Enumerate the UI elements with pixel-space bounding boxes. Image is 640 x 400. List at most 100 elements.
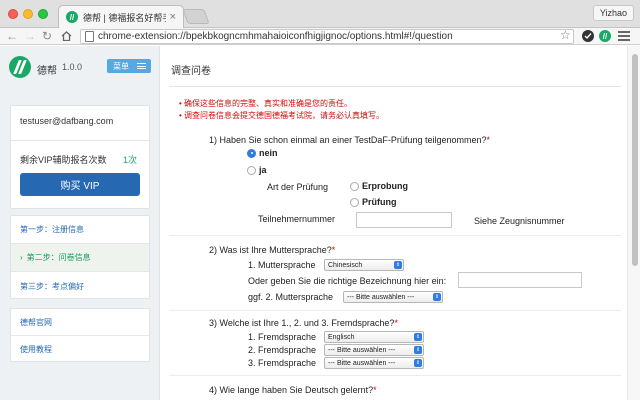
required-mark: * xyxy=(394,318,398,328)
browser-tab[interactable]: // 德帮 | 德福报名好帮手 × xyxy=(58,5,184,28)
first-native-language-select[interactable]: Chinesisch ⇕ xyxy=(324,259,404,271)
dafbang-extension-icon[interactable]: // xyxy=(599,30,611,42)
zoom-window-button[interactable] xyxy=(38,9,48,19)
menu-button-label: 菜单 xyxy=(113,61,129,71)
select-caret-icon: ⇕ xyxy=(414,359,422,367)
radio-icon[interactable] xyxy=(350,197,359,207)
step-label: 第一步：注册信息 xyxy=(20,225,84,234)
hamburger-icon xyxy=(137,62,146,71)
forward-arrow-icon[interactable]: → xyxy=(24,29,36,44)
step-label: 第二步：问卷信息 xyxy=(26,253,91,262)
vip-remaining-label: 剩余VIP辅助报名次数 xyxy=(20,155,107,165)
notice-line: • 调查问卷信息会提交德国德福考试院，请务必认真填写。 xyxy=(179,111,385,120)
foreign-language-3-select[interactable]: --- Bitte auswählen --- ⇕ xyxy=(324,357,424,369)
foreign-language-label: 3. Fremdsprache xyxy=(248,358,317,368)
other-language-label: Oder geben Sie die richtige Bezeichnung … xyxy=(248,276,447,286)
participant-number-label: Teilnehmernummer xyxy=(258,214,336,224)
tab-close-icon[interactable]: × xyxy=(170,11,176,23)
exam-type-erprobung[interactable]: Erprobung xyxy=(350,181,408,191)
foreign-language-2-select[interactable]: --- Bitte auswählen --- ⇕ xyxy=(324,344,424,356)
minimize-window-button[interactable] xyxy=(23,9,33,19)
link-label: 德帮官网 xyxy=(20,317,52,327)
certificate-number-hint: Siehe Zeugnisnummer xyxy=(474,216,565,226)
notice-text: 确保这些信息的完整、真实和准确是您的责任。 xyxy=(184,99,353,108)
question-1-text: 1) Haben Sie schon einmal an einer TestD… xyxy=(209,135,491,145)
address-url: chrome-extension://bpekbkogncmhmahaioico… xyxy=(98,31,453,42)
select-value: --- Bitte auswählen --- xyxy=(328,346,396,354)
other-language-input[interactable] xyxy=(458,272,582,288)
option-label: ja xyxy=(259,165,267,175)
dafbang-favicon-icon: // xyxy=(66,11,78,23)
browser-toolbar: ← → ↻ chrome-extension://bpekbkogncmhmah… xyxy=(0,28,640,45)
buy-vip-button[interactable]: 购买 VIP xyxy=(20,173,140,196)
back-arrow-icon[interactable]: ← xyxy=(6,29,18,44)
sidebar: 德帮 1.0.0 菜单 testuser@dafbang.com 剩余VIP辅助… xyxy=(0,46,160,400)
notice-text: 调查问卷信息会提交德国德福考试院，请务必认真填写。 xyxy=(184,111,385,120)
scrollbar-thumb[interactable] xyxy=(632,54,638,266)
account-email: testuser@dafbang.com xyxy=(20,116,114,126)
radio-icon[interactable] xyxy=(350,181,359,191)
divider xyxy=(11,140,149,141)
select-value: Englisch xyxy=(328,333,355,341)
links-panel: 德帮官网 使用教程 xyxy=(10,308,150,362)
scrollbar[interactable] xyxy=(627,46,640,400)
version-label: 1.0.0 xyxy=(62,62,83,72)
divider xyxy=(169,310,621,311)
bookmark-star-icon[interactable]: ☆ xyxy=(560,28,571,43)
chrome-menu-icon[interactable] xyxy=(618,31,630,43)
required-mark: * xyxy=(331,245,336,255)
page-title: 调查问卷 xyxy=(171,66,211,77)
foreign-language-label: 1. Fremdsprache xyxy=(248,332,317,342)
divider xyxy=(169,235,621,236)
exam-type-pruefung[interactable]: Prüfung xyxy=(350,197,397,207)
q1-option-ja[interactable]: ja xyxy=(247,165,267,175)
step-questionnaire[interactable]: › 第二步：问卷信息 xyxy=(11,244,149,272)
notice-line: • 确保这些信息的完整、真实和准确是您的责任。 xyxy=(179,99,353,108)
select-caret-icon: ⇕ xyxy=(433,293,441,301)
foreign-language-1-select[interactable]: Englisch ⇕ xyxy=(324,331,424,343)
first-native-language-label: 1. Muttersprache xyxy=(248,260,316,270)
steps-panel: 第一步：注册信息 › 第二步：问卷信息 第三步：考点偏好 xyxy=(10,215,150,299)
menu-button[interactable]: 菜单 xyxy=(107,59,151,73)
option-label: Prüfung xyxy=(362,197,397,207)
exam-type-label: Art der Prüfung xyxy=(267,182,329,192)
participant-number-input[interactable] xyxy=(356,212,452,228)
account-panel: testuser@dafbang.com 剩余VIP辅助报名次数 1次 购买 V… xyxy=(10,105,150,209)
second-native-language-label: ggf. 2. Muttersprache xyxy=(248,292,334,302)
question-2-text: 2) Was ist Ihre Muttersprache?* xyxy=(209,245,336,255)
radio-icon[interactable] xyxy=(247,165,256,175)
brand-name: 德帮 xyxy=(37,66,57,77)
browser-tab-strip: // 德帮 | 德福报名好帮手 × Yizhao xyxy=(0,0,640,28)
radio-checked-icon[interactable] xyxy=(247,148,256,158)
select-value: Chinesisch xyxy=(328,261,363,269)
new-tab-button[interactable] xyxy=(182,9,210,24)
tab-title: 德帮 | 德福报名好帮手 xyxy=(83,12,166,23)
q1-option-nein[interactable]: nein xyxy=(247,148,278,158)
address-bar[interactable]: chrome-extension://bpekbkogncmhmahaioico… xyxy=(80,29,574,44)
question-4-text: 4) Wie lange haben Sie Deutsch gelernt?* xyxy=(209,385,377,395)
select-caret-icon: ⇕ xyxy=(394,261,402,269)
vip-remaining-count: 1次 xyxy=(122,155,137,165)
option-label: Erprobung xyxy=(362,181,408,191)
main-content: 调查问卷 • 确保这些信息的完整、真实和准确是您的责任。 • 调查问卷信息会提交… xyxy=(161,46,627,400)
dafbang-logo-icon xyxy=(9,56,31,78)
step-register[interactable]: 第一步：注册信息 xyxy=(11,216,149,244)
extension-icon[interactable] xyxy=(582,30,594,42)
divider xyxy=(169,86,621,87)
option-label: nein xyxy=(259,148,278,158)
link-tutorial[interactable]: 使用教程 xyxy=(11,336,149,363)
profile-button[interactable]: Yizhao xyxy=(592,5,634,21)
required-mark: * xyxy=(373,385,377,395)
step-label: 第三步：考点偏好 xyxy=(20,281,84,291)
divider xyxy=(169,375,621,376)
step-test-center[interactable]: 第三步：考点偏好 xyxy=(11,272,149,300)
chevron-right-icon: › xyxy=(20,253,23,262)
required-mark: * xyxy=(486,135,491,145)
reload-icon[interactable]: ↻ xyxy=(42,29,52,44)
home-icon[interactable] xyxy=(61,29,72,41)
close-window-button[interactable] xyxy=(8,9,18,19)
link-official-site[interactable]: 德帮官网 xyxy=(11,309,149,336)
select-caret-icon: ⇕ xyxy=(414,333,422,341)
second-native-language-select[interactable]: --- Bitte auswählen --- ⇕ xyxy=(343,291,443,303)
link-label: 使用教程 xyxy=(20,345,52,354)
